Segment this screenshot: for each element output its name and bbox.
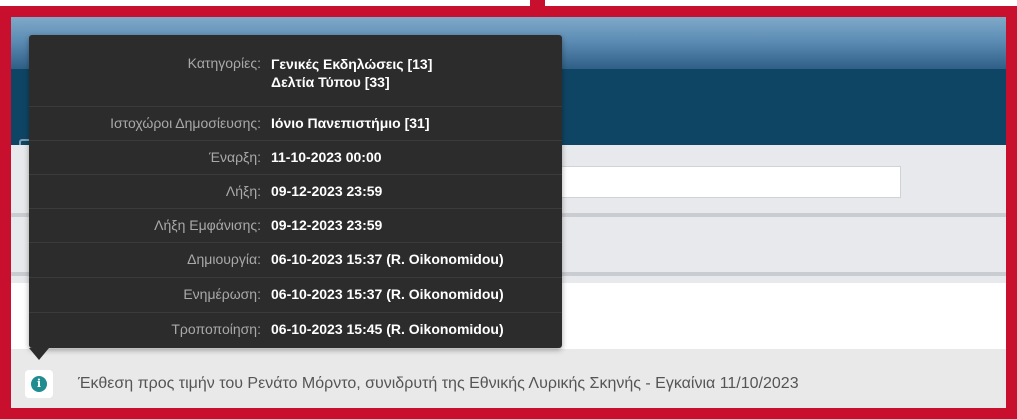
tooltip-row-end: Λήξη: 09-12-2023 23:59 xyxy=(29,174,562,209)
tooltip-value: 06-10-2023 15:45 (R. Oikonomidou) xyxy=(271,321,504,337)
tooltip-row-start: Έναρξη: 11-10-2023 00:00 xyxy=(29,140,562,175)
tooltip-value: 06-10-2023 15:37 (R. Oikonomidou) xyxy=(271,251,504,267)
tooltip-label: Τροποποίηση: xyxy=(171,321,261,337)
tooltip-label: Έναρξη: xyxy=(209,149,261,165)
tooltip-row-updated: Ενημέρωση: 06-10-2023 15:37 (R. Oikonomi… xyxy=(29,277,562,313)
tooltip-value: 06-10-2023 15:37 (R. Oikonomidou) xyxy=(271,286,504,302)
tooltip-value: 09-12-2023 23:59 xyxy=(271,217,383,233)
item-title[interactable]: Έκθεση προς τιμήν του Ρενάτο Μόρντο, συν… xyxy=(78,375,799,393)
screenshot-stage: i Έκθεση προς τιμήν του Ρενάτο Μόρντο, σ… xyxy=(0,0,1017,419)
tooltip-row-created: Δημιουργία: 06-10-2023 15:37 (R. Oikonom… xyxy=(29,242,562,278)
tooltip-arrow xyxy=(29,348,49,360)
info-icon[interactable]: i xyxy=(25,370,53,398)
tooltip-value: Δελτία Τύπου [33] xyxy=(271,74,390,90)
tooltip-label: Λήξη Εμφάνισης: xyxy=(154,217,261,233)
highlight-frame: i Έκθεση προς τιμήν του Ρενάτο Μόρντο, σ… xyxy=(0,6,1017,419)
tooltip-label: Κατηγορίες: xyxy=(187,55,261,71)
tooltip-value: Ιόνιο Πανεπιστήμιο [31] xyxy=(271,115,430,131)
tooltip-label: Δημιουργία: xyxy=(187,251,261,267)
info-icon-glyph: i xyxy=(31,376,47,392)
tooltip-row-sites: Ιστοχώροι Δημοσίευσης: Ιόνιο Πανεπιστήμι… xyxy=(29,106,562,141)
tooltip-row-modified: Τροποποίηση: 06-10-2023 15:45 (R. Oikono… xyxy=(29,312,562,348)
tooltip-value: Γενικές Εκδηλώσεις [13] xyxy=(271,56,433,72)
tooltip-label: Ιστοχώροι Δημοσίευσης: xyxy=(110,115,261,131)
details-tooltip: Κατηγορίες: Γενικές Εκδηλώσεις [13] Δελτ… xyxy=(29,35,562,348)
tooltip-label: Λήξη: xyxy=(225,183,261,199)
search-input[interactable] xyxy=(531,166,901,198)
list-item[interactable]: i Έκθεση προς τιμήν του Ρενάτο Μόρντο, σ… xyxy=(11,349,1006,408)
tooltip-value: 09-12-2023 23:59 xyxy=(271,183,383,199)
tooltip-row-categories: Κατηγορίες: Γενικές Εκδηλώσεις [13] Δελτ… xyxy=(29,35,562,107)
tooltip-value: 11-10-2023 00:00 xyxy=(271,149,382,165)
tooltip-row-display-end: Λήξη Εμφάνισης: 09-12-2023 23:59 xyxy=(29,208,562,243)
tooltip-label: Ενημέρωση: xyxy=(183,286,261,302)
